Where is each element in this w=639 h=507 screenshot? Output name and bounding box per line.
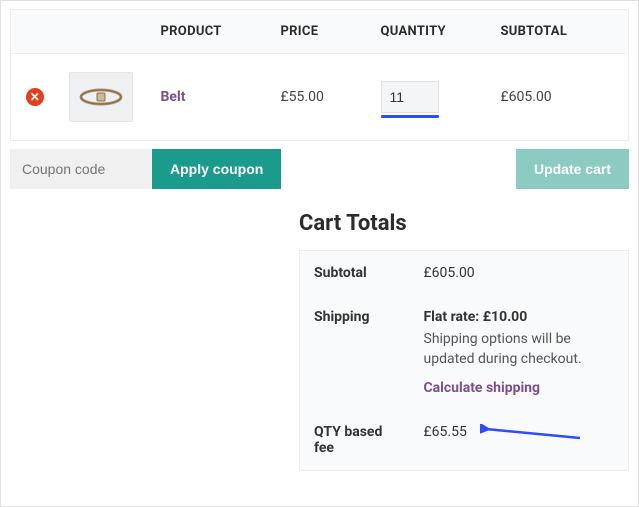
subtotal-value: £605.00	[410, 251, 629, 296]
apply-coupon-button[interactable]: Apply coupon	[152, 149, 281, 189]
close-icon: ✕	[30, 91, 40, 103]
totals-row-fee: QTY based fee £65.55	[300, 410, 629, 471]
coupon-code-input[interactable]	[10, 149, 152, 189]
header-price: PRICE	[271, 10, 371, 54]
cart-totals-section: Cart Totals Subtotal £605.00 Shipping Fl…	[1, 211, 629, 471]
shipping-note: Shipping options will be updated during …	[424, 329, 615, 370]
belt-icon	[77, 82, 125, 112]
quantity-stepper[interactable]	[381, 81, 439, 113]
header-product: PRODUCT	[151, 10, 271, 54]
fee-value: £65.55	[424, 424, 467, 440]
cart-totals-table: Subtotal £605.00 Shipping Flat rate: £10…	[299, 250, 629, 471]
product-price: £55.00	[271, 54, 371, 141]
header-subtotal: SUBTOTAL	[491, 10, 629, 54]
shipping-label: Shipping	[300, 295, 410, 410]
shipping-flat-rate: Flat rate: £10.00	[424, 309, 615, 325]
cart-table: PRODUCT PRICE QUANTITY SUBTOTAL ✕	[10, 9, 629, 141]
col-thumb	[59, 10, 151, 54]
quantity-underline	[381, 115, 439, 118]
remove-item-button[interactable]: ✕	[26, 88, 44, 106]
quantity-input[interactable]	[381, 81, 439, 113]
cart-totals-heading: Cart Totals	[299, 211, 629, 236]
product-name-link[interactable]: Belt	[161, 89, 186, 105]
calculate-shipping-link[interactable]: Calculate shipping	[424, 380, 615, 396]
header-quantity: QUANTITY	[371, 10, 491, 54]
totals-row-subtotal: Subtotal £605.00	[300, 251, 629, 296]
product-thumbnail[interactable]	[69, 72, 133, 122]
table-row: ✕ Belt £55.00	[11, 54, 629, 141]
fee-label: QTY based fee	[300, 410, 410, 471]
subtotal-label: Subtotal	[300, 251, 410, 296]
annotation-arrow-icon	[480, 424, 590, 444]
col-remove	[11, 10, 59, 54]
update-cart-button[interactable]: Update cart	[516, 149, 629, 189]
totals-row-shipping: Shipping Flat rate: £10.00 Shipping opti…	[300, 295, 629, 410]
cart-actions: Apply coupon Update cart	[10, 149, 629, 189]
product-subtotal: £605.00	[491, 54, 629, 141]
